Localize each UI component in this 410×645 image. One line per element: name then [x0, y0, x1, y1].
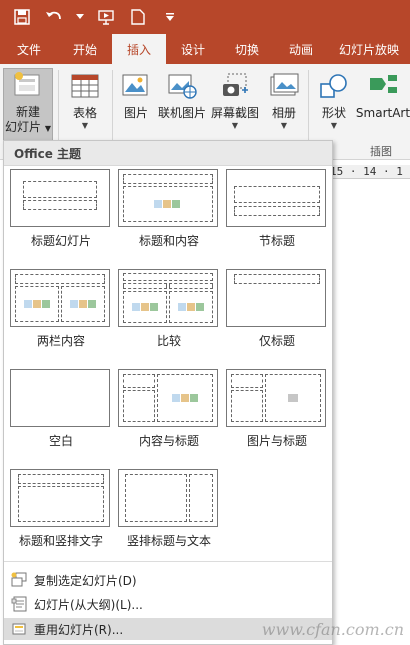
menu-separator [4, 561, 332, 562]
content-placeholder-icon [178, 303, 204, 311]
layout-label: 仅标题 [258, 334, 295, 348]
tab-slide-show[interactable]: 幻灯片放映 [328, 34, 410, 64]
smartart-icon [366, 70, 400, 102]
album-label: 相册 [271, 106, 296, 120]
picture-placeholder-icon [288, 394, 298, 402]
tab-design[interactable]: 设计 [166, 34, 220, 64]
tab-insert[interactable]: 插入 [112, 34, 166, 64]
customize-dropdown-icon[interactable] [160, 7, 180, 27]
layout-label: 两栏内容 [36, 334, 85, 348]
shapes-button[interactable]: 形状 ▼ [316, 70, 352, 131]
reuse-slides-icon [4, 621, 34, 637]
layout-thumbnail [118, 269, 218, 327]
online-picture-label: 联机图片 [157, 106, 206, 120]
menu-item-label: 复制选定幻灯片(D) [34, 573, 137, 588]
album-dropdown-icon: ▼ [280, 121, 288, 130]
screenshot-dropdown-icon: ▼ [231, 121, 239, 130]
content-placeholder-icon [24, 300, 50, 308]
picture-button[interactable]: 图片 [118, 70, 154, 121]
menu-item-label: 重用幻灯片(R)... [34, 622, 124, 637]
picture-icon [119, 70, 153, 102]
layout-label: 竖排标题与文本 [126, 534, 211, 548]
quick-access-toolbar [0, 0, 410, 34]
horizontal-ruler: 15 · 14 · 1 [330, 165, 410, 179]
layout-title-and-content[interactable]: 标题和内容 [118, 169, 220, 249]
layout-thumbnail [10, 369, 110, 427]
content-placeholder-icon [132, 303, 158, 311]
shapes-label: 形状 [321, 106, 346, 120]
table-dropdown-icon: ▼ [81, 121, 89, 130]
duplicate-slide-menu-item[interactable]: 复制选定幻灯片(D) [4, 569, 332, 591]
undo-icon[interactable] [44, 7, 64, 27]
layout-comparison[interactable]: 比较 [118, 269, 220, 349]
layout-picture-with-caption[interactable]: 图片与标题 [226, 369, 328, 449]
watermark: www.cfan.com.cn [261, 620, 404, 639]
illustrations-group-label: 插图 [370, 145, 392, 158]
slides-from-outline-menu-item[interactable]: 幻灯片(从大纲)(L)... [4, 593, 332, 615]
layout-section-header[interactable]: 节标题 [226, 169, 328, 249]
content-placeholder-icon [70, 300, 96, 308]
tab-home[interactable]: 开始 [58, 34, 112, 64]
tab-animations[interactable]: 动画 [274, 34, 328, 64]
layout-thumbnail [10, 169, 110, 227]
content-placeholder-icon [154, 200, 180, 208]
new-slide-gallery: Office 主题 标题幻灯片 标题和内容 节标题 两栏内容 比较 仅标题 空白… [3, 140, 333, 645]
layout-label: 节标题 [258, 234, 295, 248]
ribbon-tabs: 文件 开始 插入 设计 切换 动画 幻灯片放映 [0, 34, 410, 64]
layout-thumbnail [226, 169, 326, 227]
shapes-icon [317, 70, 351, 102]
table-label: 表格 [72, 106, 97, 120]
screenshot-icon [218, 70, 252, 102]
layout-thumbnail [226, 269, 326, 327]
layout-thumbnail [226, 369, 326, 427]
layout-label: 图片与标题 [246, 434, 307, 448]
online-picture-button[interactable]: 联机图片 [157, 70, 207, 121]
smartart-label: SmartArt [355, 106, 410, 120]
new-slide-icon [11, 69, 45, 101]
layout-two-content[interactable]: 两栏内容 [10, 269, 112, 349]
layout-title-slide[interactable]: 标题幻灯片 [10, 169, 112, 249]
picture-label: 图片 [123, 106, 148, 120]
content-placeholder-icon [172, 394, 198, 402]
start-from-beginning-icon[interactable] [96, 7, 116, 27]
tab-file[interactable]: 文件 [0, 34, 58, 64]
table-button[interactable]: 表格 ▼ [64, 70, 106, 131]
table-icon [68, 70, 102, 102]
layout-label: 内容与标题 [138, 434, 199, 448]
shapes-dropdown-icon: ▼ [330, 121, 338, 130]
layout-title-and-vertical-text[interactable]: 标题和竖排文字 [10, 469, 112, 549]
smartart-button[interactable]: SmartArt [356, 70, 410, 121]
new-slide-button[interactable]: 新建 幻灯片 ▼ [3, 68, 53, 142]
tab-transitions[interactable]: 切换 [220, 34, 274, 64]
layout-label: 标题幻灯片 [30, 234, 91, 248]
layout-label: 标题和竖排文字 [18, 534, 103, 548]
layout-thumbnail [118, 169, 218, 227]
layout-thumbnail [118, 469, 218, 527]
save-icon[interactable] [12, 7, 32, 27]
new-file-icon[interactable] [128, 7, 148, 27]
outline-slides-icon [4, 596, 34, 612]
layout-title-only[interactable]: 仅标题 [226, 269, 328, 349]
layout-blank[interactable]: 空白 [10, 369, 112, 449]
layout-label: 比较 [156, 334, 181, 348]
layout-content-with-caption[interactable]: 内容与标题 [118, 369, 220, 449]
screenshot-label: 屏幕截图 [210, 106, 259, 120]
layout-label: 标题和内容 [138, 234, 199, 248]
layout-thumbnail [10, 469, 110, 527]
photo-album-icon [267, 70, 301, 102]
undo-dropdown-icon[interactable] [76, 7, 84, 27]
menu-item-label: 幻灯片(从大纲)(L)... [34, 597, 143, 612]
screenshot-button[interactable]: 屏幕截图 ▼ [210, 70, 260, 131]
layout-thumbnail [118, 369, 218, 427]
duplicate-slide-icon [4, 572, 34, 588]
new-slide-label: 新建 幻灯片 ▼ [5, 105, 51, 134]
album-button[interactable]: 相册 ▼ [266, 70, 302, 131]
layout-thumbnail [10, 269, 110, 327]
layout-label: 空白 [48, 434, 73, 448]
layout-vertical-title-and-text[interactable]: 竖排标题与文本 [118, 469, 220, 549]
online-picture-icon [165, 70, 199, 102]
gallery-header: Office 主题 [4, 141, 332, 166]
